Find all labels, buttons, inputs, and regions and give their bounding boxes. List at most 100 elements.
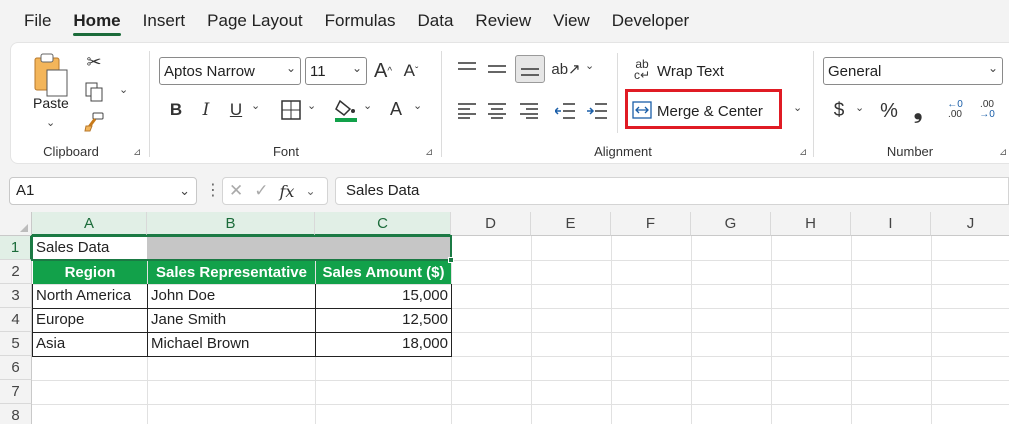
column-header-h[interactable]: H bbox=[771, 212, 851, 236]
copy-icon[interactable] bbox=[83, 81, 105, 103]
divider bbox=[441, 51, 442, 157]
fill-handle[interactable] bbox=[448, 257, 454, 263]
cut-icon[interactable]: ✂ bbox=[83, 51, 105, 73]
decrease-font-size-icon[interactable]: Aˇ bbox=[399, 57, 423, 85]
column-header-f[interactable]: F bbox=[611, 212, 691, 236]
underline-chevron-icon[interactable]: ⌄ bbox=[251, 99, 260, 112]
bold-icon[interactable]: B bbox=[165, 97, 187, 123]
align-center-icon[interactable] bbox=[485, 99, 509, 123]
fill-color-icon[interactable] bbox=[333, 95, 359, 125]
font-color-icon[interactable]: A bbox=[385, 95, 407, 123]
chevron-down-icon: ⌄ bbox=[179, 183, 190, 198]
wrap-text-label[interactable]: Wrap Text bbox=[657, 59, 724, 83]
table-border bbox=[315, 284, 316, 356]
borders-icon[interactable] bbox=[279, 97, 303, 123]
wrap-text-icon[interactable]: ab c↵ bbox=[631, 57, 653, 83]
gridline bbox=[771, 236, 772, 424]
number-launcher-icon[interactable]: ⊿ bbox=[999, 147, 1007, 158]
increase-decimal-icon[interactable]: ←0.00 bbox=[943, 97, 967, 123]
orientation-chevron-icon[interactable]: ⌄ bbox=[585, 59, 594, 72]
row-header-1[interactable]: 1 bbox=[0, 236, 32, 260]
align-left-icon[interactable] bbox=[455, 99, 479, 123]
row-header-6[interactable]: 6 bbox=[0, 356, 32, 380]
currency-chevron-icon[interactable]: ⌄ bbox=[855, 101, 864, 114]
cell-b2[interactable]: Sales Representative bbox=[148, 261, 315, 284]
clipboard-launcher-icon[interactable]: ⊿ bbox=[133, 147, 141, 158]
font-size-dropdown[interactable]: 11 ⌄ bbox=[305, 57, 367, 85]
menu-bar: File Home Insert Page Layout Formulas Da… bbox=[0, 0, 1009, 40]
row-header-4[interactable]: 4 bbox=[0, 308, 32, 332]
increase-font-size-icon[interactable]: A ^ bbox=[371, 57, 395, 85]
comma-style-icon[interactable]: ❟ bbox=[909, 97, 927, 125]
copy-chevron-icon[interactable]: ⌄ bbox=[119, 83, 128, 96]
align-right-icon[interactable] bbox=[517, 99, 541, 123]
name-box[interactable]: A1 ⌄ bbox=[9, 177, 197, 205]
paste-label[interactable]: Paste bbox=[33, 95, 69, 111]
column-header-j[interactable]: J bbox=[931, 212, 1009, 236]
table-border bbox=[147, 284, 148, 356]
column-header-g[interactable]: G bbox=[691, 212, 771, 236]
selection-range bbox=[31, 235, 454, 263]
currency-icon[interactable]: $ bbox=[829, 97, 849, 125]
divider bbox=[813, 51, 814, 157]
column-header-d[interactable]: D bbox=[451, 212, 531, 236]
formula-controls: ✕ ✓ fx ⌄ bbox=[222, 177, 328, 205]
column-header-c[interactable]: C bbox=[315, 212, 451, 236]
row-header-8[interactable]: 8 bbox=[0, 404, 32, 424]
table-border bbox=[32, 284, 452, 357]
increase-indent-icon[interactable] bbox=[585, 99, 609, 123]
enter-icon[interactable]: ✓ bbox=[254, 181, 268, 201]
column-header-a[interactable]: A bbox=[32, 212, 147, 236]
bottom-align-icon[interactable] bbox=[515, 55, 545, 83]
percent-icon[interactable]: % bbox=[877, 97, 901, 125]
tab-home[interactable]: Home bbox=[73, 0, 121, 40]
insert-function-icon[interactable]: fx bbox=[280, 182, 295, 201]
column-header-i[interactable]: I bbox=[851, 212, 931, 236]
font-launcher-icon[interactable]: ⊿ bbox=[425, 147, 433, 158]
tab-page-layout[interactable]: Page Layout bbox=[207, 0, 302, 40]
clipboard-group: Paste ⌄ ✂ ⌄ Clipboard ⊿ bbox=[11, 43, 151, 165]
orientation-icon[interactable]: ab↗ bbox=[551, 57, 580, 81]
row-header-2[interactable]: 2 bbox=[0, 260, 32, 284]
decrease-decimal-icon[interactable]: .00 →0 bbox=[975, 97, 999, 123]
chevron-down-icon[interactable]: ⌄ bbox=[305, 184, 315, 198]
decrease-indent-icon[interactable] bbox=[553, 99, 577, 123]
format-painter-icon[interactable] bbox=[83, 111, 105, 133]
column-header-e[interactable]: E bbox=[531, 212, 611, 236]
underline-icon[interactable]: U bbox=[225, 97, 247, 123]
paste-chevron-icon[interactable]: ⌄ bbox=[46, 116, 55, 129]
italic-icon[interactable]: I bbox=[195, 97, 217, 123]
tab-formulas[interactable]: Formulas bbox=[325, 0, 396, 40]
row-header-5[interactable]: 5 bbox=[0, 332, 32, 356]
fill-color-chevron-icon[interactable]: ⌄ bbox=[363, 99, 372, 112]
name-box-value: A1 bbox=[16, 182, 35, 199]
borders-chevron-icon[interactable]: ⌄ bbox=[307, 99, 316, 112]
tab-view[interactable]: View bbox=[553, 0, 590, 40]
formula-input[interactable]: Sales Data bbox=[335, 177, 1009, 205]
tab-review[interactable]: Review bbox=[475, 0, 531, 40]
merge-center-chevron-icon[interactable]: ⌄ bbox=[793, 101, 802, 114]
middle-align-icon[interactable] bbox=[485, 57, 509, 81]
tab-developer[interactable]: Developer bbox=[612, 0, 690, 40]
font-color-chevron-icon[interactable]: ⌄ bbox=[413, 99, 422, 112]
paste-icon[interactable] bbox=[31, 51, 71, 99]
tab-insert[interactable]: Insert bbox=[143, 0, 186, 40]
divider bbox=[149, 51, 150, 157]
row-header-7[interactable]: 7 bbox=[0, 380, 32, 404]
more-options-icon[interactable]: ⋮ bbox=[205, 180, 221, 200]
cancel-icon[interactable]: ✕ bbox=[229, 181, 243, 201]
tab-data[interactable]: Data bbox=[418, 0, 454, 40]
row-header-3[interactable]: 3 bbox=[0, 284, 32, 308]
cell-a2[interactable]: Region bbox=[33, 261, 147, 284]
font-name-value: Aptos Narrow bbox=[164, 62, 255, 80]
chevron-down-icon: ⌄ bbox=[987, 61, 998, 75]
cell-c2[interactable]: Sales Amount ($) bbox=[316, 261, 451, 284]
alignment-launcher-icon[interactable]: ⊿ bbox=[799, 147, 807, 158]
formula-bar: A1 ⌄ ⋮ ✕ ✓ fx ⌄ Sales Data bbox=[0, 172, 1009, 212]
tab-file[interactable]: File bbox=[24, 0, 51, 40]
select-all-corner[interactable] bbox=[0, 212, 32, 236]
column-header-b[interactable]: B bbox=[147, 212, 315, 236]
number-format-dropdown[interactable]: General ⌄ bbox=[823, 57, 1003, 85]
top-align-icon[interactable] bbox=[455, 57, 479, 81]
font-name-dropdown[interactable]: Aptos Narrow ⌄ bbox=[159, 57, 301, 85]
